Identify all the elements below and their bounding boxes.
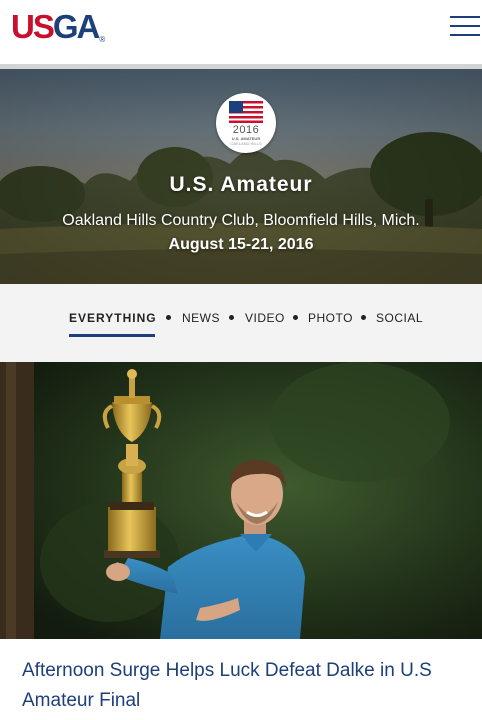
badge-venue: OAKLAND HILLS: [230, 141, 262, 146]
championship-title: U.S. Amateur: [169, 173, 313, 196]
tab-social[interactable]: SOCIAL: [376, 311, 423, 325]
logo-registered-mark: ®: [99, 35, 106, 44]
trophy-photo: [0, 362, 482, 639]
separator-dot: [229, 315, 234, 320]
championship-badge: 2016 U.S. AMATEUR OAKLAND HILLS: [216, 93, 276, 153]
content-filter-tabs: EVERYTHING NEWS VIDEO PHOTO SOCIAL: [0, 284, 482, 362]
championship-dates: August 15-21, 2016: [168, 236, 314, 253]
active-tab-indicator: [69, 334, 155, 337]
tab-video[interactable]: VIDEO: [245, 311, 285, 325]
separator-dot: [166, 315, 171, 320]
championship-hero: 2016 U.S. AMATEUR OAKLAND HILLS U.S. Ama…: [0, 69, 482, 284]
tab-everything[interactable]: EVERYTHING: [69, 311, 157, 325]
tab-photo[interactable]: PHOTO: [308, 311, 353, 325]
separator-dot: [293, 315, 298, 320]
us-flag-icon: [229, 101, 263, 123]
badge-year: 2016: [232, 124, 260, 136]
tab-news[interactable]: NEWS: [182, 311, 220, 325]
top-header: USGA ®: [0, 0, 482, 64]
hamburger-menu-icon[interactable]: [450, 14, 480, 38]
championship-venue: Oakland Hills Country Club, Bloomfield H…: [62, 212, 420, 229]
usga-logo[interactable]: USGA ®: [11, 9, 105, 45]
article-image[interactable]: [0, 362, 482, 639]
separator-dot: [361, 315, 366, 320]
logo-wordmark: USGA: [11, 8, 100, 45]
article-headline[interactable]: Afternoon Surge Helps Luck Defeat Dalke …: [22, 656, 462, 716]
